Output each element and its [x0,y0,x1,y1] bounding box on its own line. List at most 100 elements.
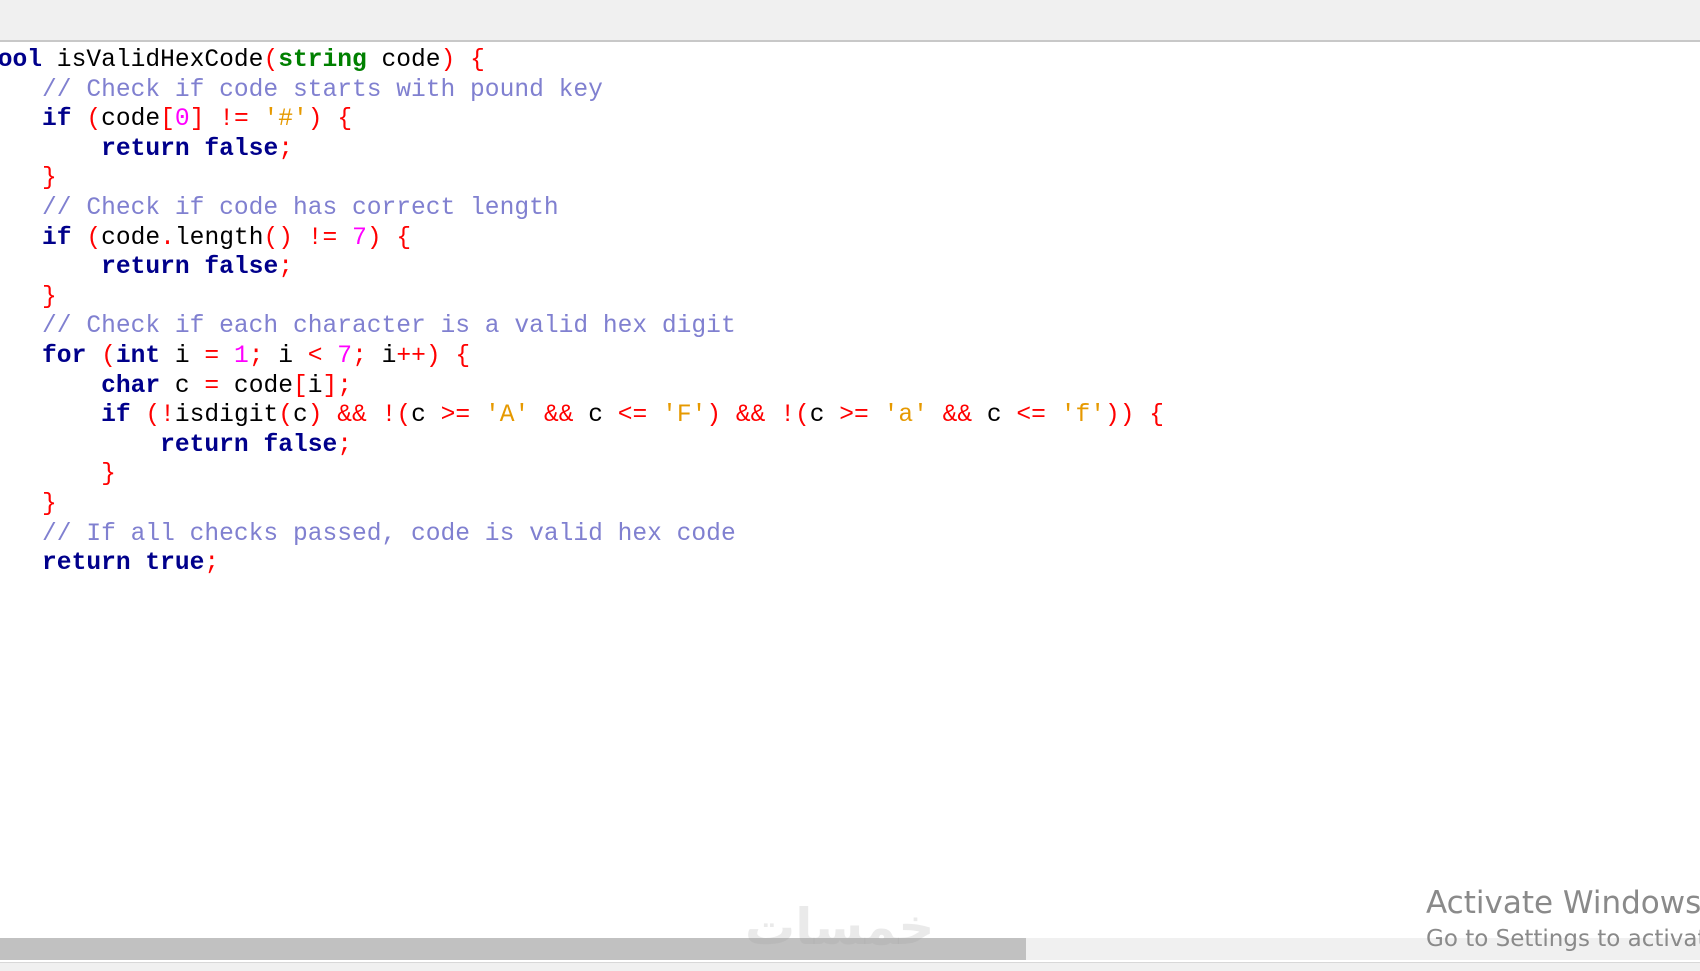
code-token: code [101,224,161,252]
code-line[interactable]: // Check if code has correct length [0,194,1164,224]
code-token: } [42,490,57,518]
code-token: { [396,224,412,252]
code-token: false [204,254,279,282]
code-line[interactable]: for (int i = 1; i < 7; i++) { [0,342,1164,372]
code-token: false [204,135,279,163]
code-line[interactable]: // Check if code starts with pound key [0,76,1164,106]
code-token: && [735,402,766,430]
code-token: 7 [337,342,353,370]
code-token: return [101,135,190,163]
code-token: c [411,402,441,430]
code-token: != [219,106,249,134]
code-token: 'a' [883,402,928,430]
code-line[interactable]: if (code.length() != 7) { [0,224,1164,254]
code-token: ( [263,47,279,74]
window-toolbar [0,0,1700,45]
code-token: i [366,342,397,370]
code-token: ) [366,224,382,252]
code-line[interactable]: return true; [0,549,1164,579]
code-token: ( [86,106,102,134]
code-line[interactable]: // If all checks passed, code is valid h… [0,520,1164,550]
code-token: code [101,106,161,134]
code-token: true [145,550,205,578]
code-token: 'F' [662,402,707,430]
code-token: isValidHexCode [42,47,264,74]
code-line[interactable]: return false; [0,253,1164,283]
code-token: c [292,402,308,430]
code-token: return [42,550,131,578]
code-token: 1 [233,342,249,370]
code-token: ; [278,135,293,163]
code-token: c [972,402,1017,430]
code-token: ) [307,106,323,134]
code-token: false [263,431,338,459]
code-line[interactable]: bool isValidHexCode(string code) { [0,46,1164,76]
code-editor[interactable]: bool isValidHexCode(string code) { // Ch… [0,43,1700,935]
code-line[interactable]: } [0,460,1164,490]
code-token: && [337,402,367,430]
code-token: // Check if code has correct length [42,194,559,222]
code-token: <= [617,402,648,430]
code-token: int [115,342,161,370]
code-token: char [101,372,161,400]
code-line[interactable]: return false; [0,135,1164,165]
code-token: { [470,47,485,74]
activate-windows-title: Activate Windows [1426,885,1700,921]
code-line[interactable]: } [0,164,1164,194]
code-token: i [160,342,205,370]
code-token: { [455,342,471,370]
code-line[interactable]: if (!isdigit(c) && !(c >= 'A' && c <= 'F… [0,401,1164,431]
code-token: [ [160,106,175,134]
code-token: if [101,402,131,430]
code-line[interactable]: char c = code[i]; [0,372,1164,402]
code-token: isdigit [174,402,279,430]
code-token: // Check if each character is a valid he… [42,313,736,341]
code-line[interactable]: if (code[0] != '#') { [0,105,1164,135]
code-token: length [174,224,264,252]
code-line[interactable]: } [0,490,1164,520]
code-token: ) [307,402,323,430]
code-token: return [160,431,249,459]
code-line[interactable]: } [0,283,1164,313]
code-token: if [42,106,72,134]
code-token: ; [352,342,367,370]
code-token: return [101,254,190,282]
code-content[interactable]: bool isValidHexCode(string code) { // Ch… [0,46,1164,579]
code-token: code [366,47,441,74]
code-line[interactable]: return false; [0,431,1164,461]
code-token: bool [0,47,43,74]
code-token: ; [204,550,220,578]
code-token: && [543,402,574,430]
code-token: ) [706,402,722,430]
code-token: i [263,342,308,370]
code-line[interactable]: // Check if each character is a valid he… [0,312,1164,342]
code-token: [ [292,372,308,400]
code-token: c [809,402,840,430]
